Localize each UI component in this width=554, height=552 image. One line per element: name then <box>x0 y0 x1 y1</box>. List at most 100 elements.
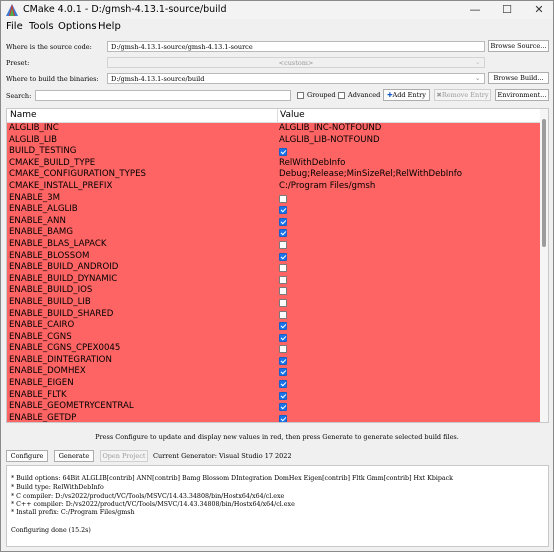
cache-entry-checkbox[interactable] <box>279 380 287 389</box>
table-rows: ALGLIB_INC ALGLIB_INC-NOTFOUND ALGLIB_LIB A… <box>7 123 542 422</box>
maximize-button[interactable]: ☐ <box>492 1 522 19</box>
table-row[interactable]: ALGLIB_LIB ALGLIB_LIB-NOTFOUND <box>7 134 542 147</box>
cache-entry-checkbox[interactable] <box>279 298 287 307</box>
close-button[interactable]: ✕ <box>524 1 554 19</box>
browse-source-button[interactable]: Browse Source... <box>488 40 549 52</box>
search-input[interactable] <box>35 90 291 101</box>
generate-button[interactable]: Generate <box>54 450 94 462</box>
cache-entry-value[interactable]: RelWithDebInfo <box>279 158 345 170</box>
table-row[interactable]: ENABLE_BUILD_LIB <box>7 296 542 309</box>
output-log[interactable]: * Build options: 64Bit ALGLIB[contrib] A… <box>6 465 549 547</box>
add-entry-button[interactable]: ✚Add Entry <box>383 89 430 101</box>
action-bar: Configure Generate Open Project Current … <box>1 449 553 463</box>
cache-entry-checkbox[interactable] <box>279 206 287 215</box>
table-row[interactable]: ENABLE_BUILD_SHARED <box>7 308 542 321</box>
log-line: * Build options: 64Bit ALGLIB[contrib] A… <box>11 475 453 482</box>
remove-entry-button[interactable]: ✖Remove Entry <box>434 89 491 101</box>
cache-entry-name: ENABLE_CAIRO <box>9 320 75 331</box>
table-row[interactable]: ENABLE_BUILD_DYNAMIC <box>7 273 542 286</box>
cache-entry-checkbox[interactable] <box>279 148 287 157</box>
cache-entry-name: ENABLE_BUILD_SHARED <box>9 308 114 319</box>
search-label: Search: <box>6 92 32 100</box>
table-row[interactable]: ENABLE_GETDP <box>7 412 542 422</box>
cache-entry-name: ENABLE_3M <box>9 192 61 203</box>
table-row[interactable]: ENABLE_CGNS <box>7 331 542 344</box>
table-scrollbar[interactable] <box>540 109 548 422</box>
cache-entry-checkbox[interactable] <box>279 310 287 319</box>
table-row[interactable]: CMAKE_INSTALL_PREFIX C:/Program Files/gms… <box>7 180 542 193</box>
cache-entry-checkbox[interactable] <box>279 229 287 238</box>
configure-button[interactable]: Configure <box>6 450 48 462</box>
cache-entry-checkbox[interactable] <box>279 345 287 354</box>
cache-entry-checkbox[interactable] <box>279 217 287 226</box>
build-label: Where to build the binaries: <box>6 75 99 83</box>
menu-tools[interactable]: Tools <box>29 21 54 32</box>
cache-entry-name: ENABLE_EIGEN <box>9 378 74 389</box>
cache-entry-checkbox[interactable] <box>279 322 287 331</box>
cache-entry-value[interactable]: C:/Program Files/gmsh <box>279 181 375 193</box>
cache-entry-value[interactable]: Debug;Release;MinSizeRel;RelWithDebInfo <box>279 169 462 181</box>
table-row[interactable]: ENABLE_BUILD_IOS <box>7 285 542 297</box>
menu-file[interactable]: File <box>6 21 23 32</box>
table-row[interactable]: BUILD_TESTING <box>7 146 542 158</box>
environment-button[interactable]: Environment... <box>495 89 549 101</box>
window-title: CMake 4.0.1 - D:/gmsh-4.13.1-source/buil… <box>23 4 227 15</box>
cache-entry-name: CMAKE_CONFIGURATION_TYPES <box>9 169 146 180</box>
cache-entry-value[interactable]: ALGLIB_LIB-NOTFOUND <box>279 135 380 147</box>
preset-select[interactable]: <custom> <box>107 57 485 68</box>
table-row[interactable]: CMAKE_CONFIGURATION_TYPES Debug;Release;M… <box>7 169 542 181</box>
table-row[interactable]: ENABLE_ALGLIB <box>7 204 542 216</box>
advanced-checkbox[interactable] <box>338 92 345 99</box>
cache-entry-checkbox[interactable] <box>279 194 287 203</box>
minimize-button[interactable]: — <box>460 1 490 19</box>
cache-entry-checkbox[interactable] <box>279 264 287 273</box>
grouped-checkbox[interactable] <box>297 92 304 99</box>
cache-entry-checkbox[interactable] <box>279 252 287 261</box>
cache-entry-checkbox[interactable] <box>279 356 287 365</box>
value-column-header[interactable]: Value <box>280 110 305 120</box>
cache-entry-name: ENABLE_ANN <box>9 215 66 226</box>
cmake-logo-icon <box>6 4 18 16</box>
cache-entry-checkbox[interactable] <box>279 240 287 249</box>
table-row[interactable]: ENABLE_GEOMETRYCENTRAL <box>7 401 542 413</box>
table-row[interactable]: CMAKE_BUILD_TYPE RelWithDebInfo <box>7 157 542 170</box>
open-project-button[interactable]: Open Project <box>100 450 148 462</box>
cache-entry-checkbox[interactable] <box>279 391 287 400</box>
column-separator[interactable] <box>277 109 278 122</box>
table-row[interactable]: ALGLIB_INC ALGLIB_INC-NOTFOUND <box>7 123 542 135</box>
table-row[interactable]: ENABLE_DOMHEX <box>7 366 542 379</box>
cache-entry-name: ENABLE_BUILD_LIB <box>9 296 91 307</box>
build-dropdown-icon[interactable]: ⌄ <box>475 74 480 82</box>
table-row[interactable]: ENABLE_EIGEN <box>7 378 542 390</box>
cache-entry-checkbox[interactable] <box>279 403 287 412</box>
table-row[interactable]: ENABLE_DINTEGRATION <box>7 354 542 367</box>
splitter-handle[interactable] <box>1 428 553 431</box>
table-row[interactable]: ENABLE_BUILD_ANDROID <box>7 262 542 274</box>
table-row[interactable]: ENABLE_ANN <box>7 215 542 228</box>
menu-options[interactable]: Options <box>58 21 97 32</box>
scrollbar-thumb[interactable] <box>542 119 546 247</box>
build-path-input[interactable]: D:/gmsh-4.13.1-source/build <box>107 73 485 84</box>
cache-entry-name: ENABLE_BLAS_LAPACK <box>9 238 107 249</box>
cache-entry-checkbox[interactable] <box>279 287 287 296</box>
preset-dropdown-icon[interactable]: ⌄ <box>475 58 480 66</box>
cache-entry-checkbox[interactable] <box>279 368 287 377</box>
table-row[interactable]: ENABLE_3M <box>7 192 542 205</box>
table-row[interactable]: ENABLE_FLTK <box>7 389 542 402</box>
cache-entry-checkbox[interactable] <box>279 275 287 284</box>
cache-entry-name: ENABLE_DOMHEX <box>9 366 86 377</box>
menu-help[interactable]: Help <box>98 21 121 32</box>
browse-build-button[interactable]: Browse Build... <box>488 72 549 84</box>
table-row[interactable]: ENABLE_CAIRO <box>7 320 542 332</box>
cache-entry-checkbox[interactable] <box>279 414 287 422</box>
source-path-input[interactable]: D:/gmsh-4.13.1-source/gmsh-4.13.1-source <box>107 41 485 52</box>
cache-table[interactable]: Name Value ALGLIB_INC ALGLIB_INC-NOTFOUND… <box>6 108 549 423</box>
table-row[interactable]: ENABLE_BLOSSOM <box>7 250 542 263</box>
table-row[interactable]: ENABLE_BLAS_LAPACK <box>7 238 542 251</box>
table-row[interactable]: ENABLE_BAMG <box>7 227 542 239</box>
table-row[interactable]: ENABLE_CGNS_CPEX0045 <box>7 343 542 355</box>
cmake-window: CMake 4.0.1 - D:/gmsh-4.13.1-source/buil… <box>0 0 554 552</box>
cache-entry-value[interactable]: ALGLIB_INC-NOTFOUND <box>279 123 381 135</box>
name-column-header[interactable]: Name <box>10 110 37 120</box>
cache-entry-checkbox[interactable] <box>279 333 287 342</box>
